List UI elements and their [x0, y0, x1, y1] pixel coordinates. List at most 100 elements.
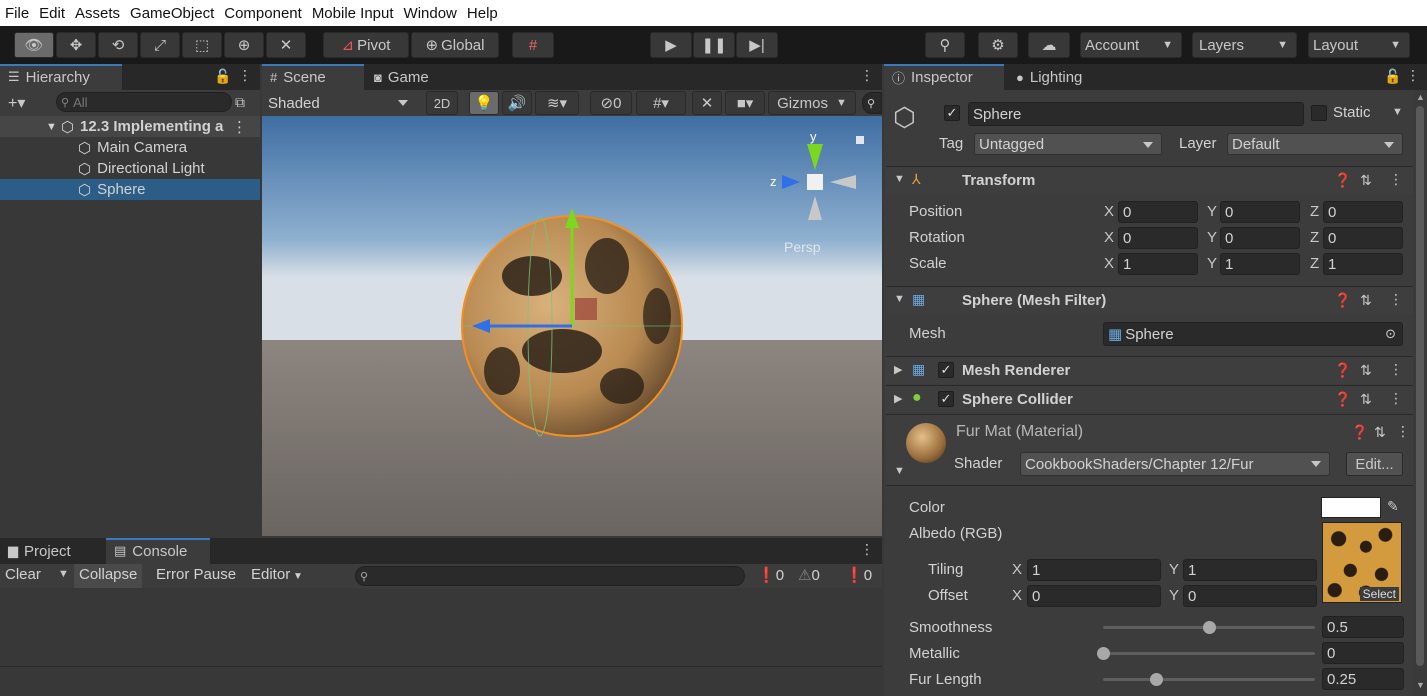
scene-row[interactable]: ▼ ⬡ 12.3 Implementing a ⋮	[0, 116, 260, 137]
presets-icon[interactable]: ⇅	[1360, 292, 1372, 309]
tiling-y-field[interactable]: 1	[1183, 559, 1317, 581]
offset-x-field[interactable]: 0	[1027, 585, 1161, 607]
search-button[interactable]: ⚲	[925, 32, 965, 58]
more-icon[interactable]: ⋮	[1389, 361, 1403, 378]
offset-y-field[interactable]: 0	[1183, 585, 1317, 607]
edit-shader-button[interactable]: Edit...	[1346, 452, 1403, 476]
global-button[interactable]: ⊕ Global	[411, 32, 499, 58]
scale-x-field[interactable]: 1	[1118, 253, 1198, 275]
inspector-scrollbar[interactable]: ▲ ▼	[1413, 90, 1427, 696]
smoothness-field[interactable]: 0.5	[1322, 616, 1404, 638]
eyedropper-icon[interactable]: ✎	[1387, 498, 1399, 515]
foldout-icon[interactable]: ▼	[894, 293, 905, 305]
move-tool-button[interactable]: ✥	[56, 32, 96, 58]
error-count-toggle[interactable]: ❗0	[845, 566, 872, 584]
collapse-toggle[interactable]: Collapse	[74, 564, 143, 588]
more-icon[interactable]: ⋮	[860, 67, 874, 84]
more-icon[interactable]: ⋮	[860, 541, 874, 558]
mesh-renderer-checkbox[interactable]: ✓	[938, 362, 954, 378]
metallic-field[interactable]: 0	[1322, 642, 1404, 664]
account-dropdown[interactable]: Account ▼	[1080, 32, 1182, 58]
mesh-renderer-header[interactable]: ▶ ▦ ✓ Mesh Renderer ❓ ⇅ ⋮	[886, 356, 1413, 384]
help-icon[interactable]: ❓	[1351, 424, 1368, 441]
collab-button[interactable]: ⚙	[978, 32, 1018, 58]
foldout-icon[interactable]: ▼	[46, 121, 57, 133]
tag-dropdown[interactable]: Untagged	[974, 133, 1162, 155]
menu-window[interactable]: Window	[404, 5, 457, 22]
position-z-field[interactable]: 0	[1323, 201, 1403, 223]
scene-viewport[interactable]: y z Persp	[262, 116, 882, 536]
rotation-y-field[interactable]: 0	[1220, 227, 1300, 249]
fur-length-slider-knob[interactable]	[1150, 673, 1163, 686]
tab-scene[interactable]: # Scene	[262, 64, 364, 90]
menu-component[interactable]: Component	[224, 5, 302, 22]
scale-y-field[interactable]: 1	[1220, 253, 1300, 275]
view-tool-button[interactable]: 👁	[14, 32, 54, 58]
smoothness-slider-knob[interactable]	[1203, 621, 1216, 634]
help-icon[interactable]: ❓	[1334, 292, 1351, 309]
presets-icon[interactable]: ⇅	[1360, 362, 1372, 379]
scroll-up-icon[interactable]: ▲	[1416, 92, 1425, 102]
select-texture-label[interactable]: Select	[1359, 587, 1399, 601]
cloud-button[interactable]: ☁	[1028, 32, 1070, 58]
transform-header[interactable]: ▼ ⅄ Transform ❓ ⇅ ⋮	[886, 166, 1413, 194]
lock-icon[interactable]: 🔓	[214, 68, 231, 85]
menu-gameobject[interactable]: GameObject	[130, 5, 214, 22]
object-picker-icon[interactable]: ⊙	[1385, 326, 1396, 342]
menu-help[interactable]: Help	[467, 5, 498, 22]
cube-icon[interactable]: ⬡	[893, 102, 916, 133]
scroll-down-icon[interactable]: ▼	[1416, 680, 1425, 690]
audio-toggle[interactable]: 🔊	[502, 91, 532, 115]
material-header[interactable]: Fur Mat (Material) ❓ ⇅ ⋮ ▼ Shader Cookbo…	[886, 414, 1413, 486]
menu-edit[interactable]: Edit	[39, 5, 65, 22]
2d-toggle[interactable]: 2D	[426, 91, 458, 115]
hierarchy-item-sphere[interactable]: ⬡ Sphere	[0, 179, 260, 200]
color-swatch[interactable]	[1321, 497, 1381, 518]
warning-count-toggle[interactable]: ⚠0	[798, 566, 820, 584]
foldout-icon[interactable]: ▼	[894, 173, 905, 185]
more-icon[interactable]: ⋮	[238, 67, 252, 84]
custom-tool-button[interactable]: ✕	[266, 32, 306, 58]
tab-inspector[interactable]: ⓘ Inspector	[884, 64, 1004, 90]
position-x-field[interactable]: 0	[1118, 201, 1198, 223]
error-pause-toggle[interactable]: Error Pause	[156, 566, 236, 583]
search-options-icon[interactable]: ⧉	[235, 94, 245, 111]
grid-snap-button[interactable]: #	[512, 32, 554, 58]
play-button[interactable]: ▶	[650, 32, 692, 58]
scrollbar-thumb[interactable]	[1416, 106, 1424, 666]
object-name-field[interactable]: Sphere	[968, 102, 1304, 126]
console-search-input[interactable]: ⚲	[355, 566, 745, 586]
tab-hierarchy[interactable]: ☰ Hierarchy	[0, 64, 122, 90]
help-icon[interactable]: ❓	[1334, 362, 1351, 379]
lock-icon[interactable]	[856, 136, 864, 144]
log-count-toggle[interactable]: ❗0	[757, 566, 784, 584]
mesh-field[interactable]: ▦ Sphere ⊙	[1103, 322, 1403, 346]
tab-project[interactable]: ▆ Project	[0, 538, 104, 564]
metallic-slider-knob[interactable]	[1097, 647, 1110, 660]
gizmos-dropdown[interactable]: Gizmos ▼	[768, 91, 856, 115]
help-icon[interactable]: ❓	[1334, 391, 1351, 408]
grid-dropdown[interactable]: #▾	[636, 91, 686, 115]
foldout-right-icon[interactable]: ▶	[894, 392, 902, 405]
editor-dropdown[interactable]: Editor ▼	[251, 566, 303, 583]
rotation-x-field[interactable]: 0	[1118, 227, 1198, 249]
more-icon[interactable]: ⋮	[1389, 390, 1403, 407]
presets-icon[interactable]: ⇅	[1374, 424, 1386, 441]
camera-dropdown[interactable]: ■▾	[725, 91, 765, 115]
tab-game[interactable]: ◙ Game	[366, 64, 456, 90]
layer-dropdown[interactable]: Default	[1227, 133, 1403, 155]
albedo-texture-slot[interactable]: Select	[1322, 522, 1402, 603]
menu-assets[interactable]: Assets	[75, 5, 120, 22]
active-checkbox[interactable]: ✓	[944, 105, 960, 121]
foldout-right-icon[interactable]: ▶	[894, 363, 902, 376]
pause-button[interactable]: ❚❚	[693, 32, 735, 58]
layout-dropdown[interactable]: Layout ▼	[1308, 32, 1410, 58]
sphere-collider-header[interactable]: ▶ ● ✓ Sphere Collider ❓ ⇅ ⋮	[886, 385, 1413, 413]
rect-tool-button[interactable]: ⬚	[182, 32, 222, 58]
more-icon[interactable]: ⋮	[1406, 67, 1420, 84]
presets-icon[interactable]: ⇅	[1360, 391, 1372, 408]
chevron-down-icon[interactable]: ▼	[58, 568, 69, 580]
sphere-collider-checkbox[interactable]: ✓	[938, 391, 954, 407]
add-icon[interactable]: +▾	[8, 93, 25, 113]
mesh-filter-header[interactable]: ▼ ▦ Sphere (Mesh Filter) ❓ ⇅ ⋮	[886, 286, 1413, 314]
